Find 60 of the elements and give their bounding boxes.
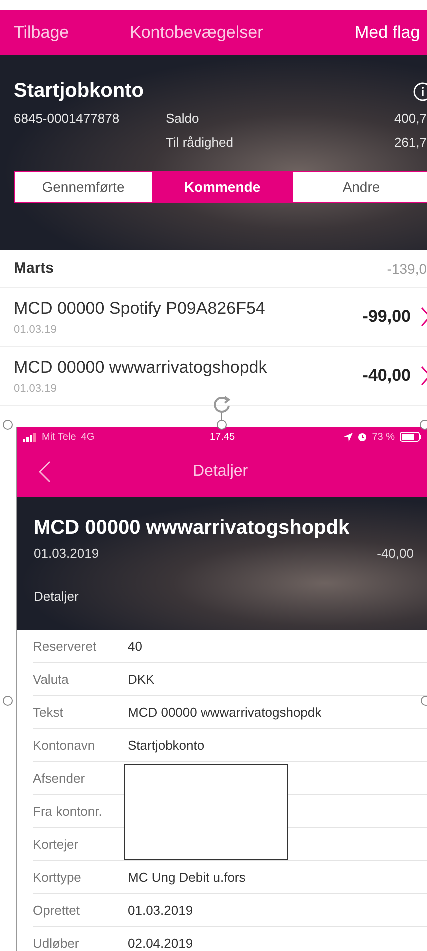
month-label: Marts [14, 260, 54, 277]
detail-label: Oprettet [33, 902, 81, 918]
carrier-name: Mit Tele [42, 432, 76, 442]
detail-value: 40 [128, 638, 142, 654]
detail-value: Startjobkonto [128, 738, 205, 752]
account-number: 6845-0001477878 [14, 111, 121, 128]
detail-value: 02.04.2019 [128, 936, 194, 950]
transaction-amount: -40,00 [377, 546, 414, 561]
back-button[interactable] [39, 461, 51, 483]
handle-stem [221, 412, 222, 421]
location-arrow-icon [344, 432, 354, 442]
detail-label: Afsender [33, 770, 86, 786]
detail-value: MC Ung Debit u.fors [128, 870, 246, 884]
detail-label: Kontonavn [33, 738, 96, 752]
tab[interactable]: Kommende [153, 171, 292, 203]
detail-value: MCD 00000 wwwarrivatogshopdk [128, 704, 322, 720]
transaction-amount: -40,00 [362, 366, 411, 386]
tab[interactable]: Gennemførte [14, 171, 153, 203]
transaction-row[interactable]: MCD 00000 wwwarrivatogshopdk 01.03.19 -40,00 [0, 347, 427, 406]
detail-label: Reserveret [33, 638, 98, 654]
battery-percentage: 73 % [372, 432, 395, 442]
detail-value: 01.03.2019 [128, 902, 194, 918]
month-total: -139,0 [387, 260, 427, 276]
chevron-left-icon [39, 461, 51, 483]
transaction-amount: -99,00 [362, 307, 411, 327]
balance-amount: 400,7 [394, 111, 427, 126]
alarm-icon [358, 432, 368, 442]
selection-handle[interactable] [420, 420, 427, 430]
transaction-title: MCD 00000 wwwarrivatogshopdk [34, 517, 351, 540]
screen-title: Kontobevægelser [130, 22, 264, 42]
detail-label: Kortejer [33, 836, 80, 852]
balance-label: Saldo [166, 111, 200, 126]
status-time: 17.45 [210, 432, 236, 442]
balance-amount: 261,7 [394, 135, 427, 150]
transaction-date: 01.03.19 [14, 324, 58, 336]
balance-label: Til rådighed [166, 135, 234, 150]
section-heading: Detaljer [34, 589, 80, 604]
detail-label: Valuta [33, 672, 70, 686]
transaction-text: MCD 00000 Spotify P09A826F54 [14, 298, 266, 318]
selection-handle[interactable] [3, 696, 13, 706]
account-name: Startjobkonto [14, 80, 144, 103]
detail-value: DKK [128, 672, 155, 686]
transaction-date: 01.03.2019 [34, 546, 100, 561]
detail-label: Udløber [33, 936, 80, 950]
detail-label: Tekst [33, 704, 64, 720]
selection-handle[interactable] [3, 420, 13, 430]
battery-icon [400, 432, 422, 442]
transaction-row[interactable]: MCD 00000 Spotify P09A826F54 01.03.19 -99,00 [0, 288, 427, 347]
detail-label: Korttype [33, 870, 82, 884]
transaction-date: 01.03.19 [14, 382, 58, 394]
tab[interactable]: Andre [292, 171, 427, 203]
network-type: 4G [81, 432, 95, 442]
transaction-text: MCD 00000 wwwarrivatogshopdk [14, 358, 268, 378]
selection-handle[interactable] [217, 420, 227, 430]
signal-icon [23, 432, 37, 442]
screen-title: Detaljer [193, 463, 248, 481]
info-icon [413, 82, 427, 102]
detail-label: Fra kontonr. [33, 804, 104, 818]
rotate-icon [212, 394, 232, 414]
flag-link[interactable]: Med flag [355, 22, 420, 42]
